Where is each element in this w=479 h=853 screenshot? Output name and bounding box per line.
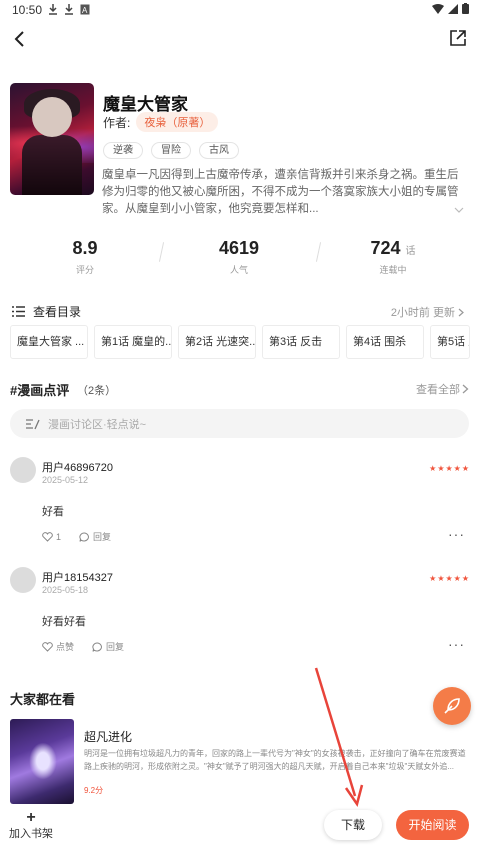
download-icon xyxy=(49,4,57,15)
reply-label: 回复 xyxy=(106,642,125,652)
author-chip[interactable]: 夜枭（原著） xyxy=(136,112,219,132)
comment-actions: 点赞 回复 xyxy=(42,640,124,653)
comment-text: 好看 xyxy=(42,506,64,518)
avatar[interactable] xyxy=(10,457,36,483)
stat-rating: 8.9 评分 xyxy=(30,238,140,276)
list-icon xyxy=(12,306,25,317)
reply-button[interactable]: 回复 xyxy=(79,530,111,543)
chapter-item[interactable]: 第4话 围杀 xyxy=(346,325,424,359)
chevron-left-icon xyxy=(14,31,24,47)
like-button[interactable]: 点赞 xyxy=(42,640,74,653)
recommended-score: 9.2分 xyxy=(84,786,104,795)
avatar[interactable] xyxy=(10,567,36,593)
comment-date: 2025-05-12 xyxy=(42,475,89,485)
like-count: 点赞 xyxy=(56,642,75,652)
font-icon: A xyxy=(80,4,90,15)
stat-value: 8.9 xyxy=(72,238,98,258)
chevron-right-icon xyxy=(458,308,464,316)
add-to-shelf-button[interactable]: + 加入书架 xyxy=(8,809,54,841)
svg-text:A: A xyxy=(82,6,88,15)
wifi-icon xyxy=(432,3,444,14)
recommended-cover[interactable] xyxy=(10,719,74,804)
comments-count: （2条） xyxy=(77,385,117,397)
comment-user[interactable]: 用户46896720 xyxy=(42,459,113,475)
share-icon xyxy=(450,30,466,46)
more-options-button[interactable]: ··· xyxy=(448,636,465,652)
more-options-button[interactable]: ··· xyxy=(448,526,465,542)
expand-description-button[interactable] xyxy=(454,205,464,215)
status-left-icons: A xyxy=(48,4,90,15)
tag-chip[interactable]: 冒险 xyxy=(151,142,191,159)
stat-value: 724 xyxy=(370,238,401,258)
download-button[interactable]: 下载 xyxy=(324,810,382,840)
tag-chip[interactable]: 逆袭 xyxy=(103,142,143,159)
chat-bubble-icon xyxy=(92,641,102,652)
stat-label: 人气 xyxy=(229,265,248,275)
tag-list: 逆袭 冒险 古风 xyxy=(103,142,239,159)
recommended-title[interactable]: 超凡进化 xyxy=(84,728,132,745)
share-button[interactable] xyxy=(449,29,467,47)
stat-episodes: 724 话 连载中 xyxy=(338,238,448,276)
comic-description[interactable]: 魔皇卓一凡因得到上古魔帝传承，遭亲信背叛并引来杀身之祸。重生后修为归零的他又被心… xyxy=(102,167,467,218)
heart-icon xyxy=(42,531,53,542)
reply-button[interactable]: 回复 xyxy=(92,640,124,653)
status-time: 10:50 xyxy=(12,3,43,17)
comment-user[interactable]: 用户18154327 xyxy=(42,569,113,585)
chapter-item[interactable]: 第3话 反击 xyxy=(262,325,340,359)
toc-label: 查看目录 xyxy=(33,305,82,319)
see-all-label: 查看全部 xyxy=(416,384,460,396)
comment-input[interactable]: 漫画讨论区·轻点说~ xyxy=(10,409,469,438)
comment-actions: 1 回复 xyxy=(42,530,111,543)
comment-text: 好看好看 xyxy=(42,616,86,628)
stat-label: 连载中 xyxy=(379,265,407,275)
comment-date: 2025-05-18 xyxy=(42,585,89,595)
chevron-right-icon xyxy=(462,384,469,394)
plus-icon: + xyxy=(26,809,36,826)
chapter-item[interactable]: 魔皇大管家 ... xyxy=(10,325,88,359)
comment-stars: ★ ★ ★ ★ ★ xyxy=(429,464,469,473)
heart-icon xyxy=(42,641,53,652)
feather-pen-icon xyxy=(444,698,460,714)
see-all-comments[interactable]: 查看全部 xyxy=(416,381,469,397)
chat-bubble-icon xyxy=(79,531,89,542)
update-info[interactable]: 2小时前 更新 xyxy=(391,304,465,320)
chevron-down-icon xyxy=(454,207,464,213)
battery-icon xyxy=(462,3,469,14)
stat-label: 评分 xyxy=(75,265,94,275)
stat-divider xyxy=(158,242,165,262)
comments-title: #漫画点评 xyxy=(10,383,70,398)
chapter-item[interactable]: 第5话 从 xyxy=(430,325,470,359)
stat-value: 4619 xyxy=(218,238,260,258)
start-reading-button[interactable]: 开始阅读 xyxy=(396,810,469,840)
chapter-item[interactable]: 第2话 光速突... xyxy=(178,325,256,359)
stat-popularity: 4619 人气 xyxy=(184,238,294,276)
chapter-list: 魔皇大管家 ... 第1话 魔皇的... 第2话 光速突... 第3话 反击 第… xyxy=(10,325,470,359)
reply-label: 回复 xyxy=(93,532,112,542)
add-to-shelf-label: 加入书架 xyxy=(9,828,53,840)
recommended-description: 明河是一位拥有垃圾超凡力的青年，回家的路上一辈代号为"神女"的女孩被袭击，正好撞… xyxy=(84,749,466,771)
comment-stars: ★ ★ ★ ★ ★ xyxy=(429,574,469,583)
author-label: 作者: xyxy=(103,115,131,130)
chapter-item[interactable]: 第1话 魔皇的... xyxy=(94,325,172,359)
write-comment-fab[interactable] xyxy=(433,687,471,725)
tag-chip[interactable]: 古风 xyxy=(199,142,239,159)
watching-title: 大家都在看 xyxy=(10,692,76,707)
comment-placeholder: 漫画讨论区·轻点说~ xyxy=(48,418,147,431)
like-count: 1 xyxy=(56,531,62,542)
like-button[interactable]: 1 xyxy=(42,532,61,542)
signal-icon xyxy=(448,3,458,14)
stat-unit: 话 xyxy=(405,246,416,257)
back-button[interactable] xyxy=(10,28,30,50)
edit-icon xyxy=(26,418,40,429)
author-row: 作者: 夜枭（原著） xyxy=(103,112,219,132)
download-icon xyxy=(65,4,73,15)
toc-button[interactable]: 查看目录 xyxy=(12,303,81,320)
status-right-icons xyxy=(432,3,469,14)
update-text: 2小时前 更新 xyxy=(390,307,455,319)
comic-cover[interactable] xyxy=(10,83,94,195)
stat-divider xyxy=(315,242,322,262)
